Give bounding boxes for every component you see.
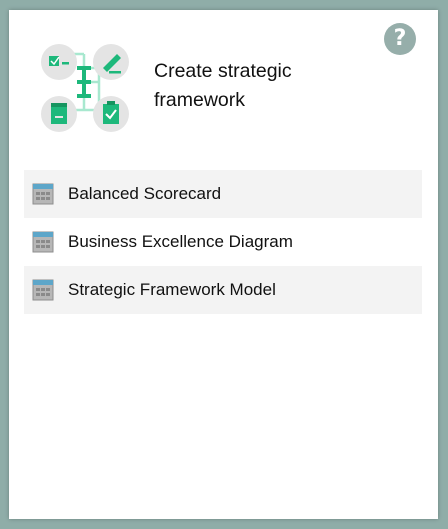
template-item-label: Balanced Scorecard [68,184,222,203]
template-item-strategic-framework-model[interactable]: Strategic Framework Model [24,266,422,314]
template-item-label: Business Excellence Diagram [68,232,293,251]
dialog-title-line-1: Create strategic [154,60,292,82]
template-item-business-excellence-diagram[interactable]: Business Excellence Diagram [24,218,422,266]
table-template-icon [32,183,54,205]
question-mark-icon: ? [393,26,407,51]
dialog-title-line-2: framework [154,89,246,111]
table-template-icon [32,231,54,253]
template-item-balanced-scorecard[interactable]: Balanced Scorecard [24,170,422,218]
dialog-title: Create strategic framework [154,57,374,115]
strategy-illustration-icon [41,44,129,132]
template-item-label: Strategic Framework Model [68,280,276,299]
help-button[interactable]: ? [384,23,416,55]
template-list: Balanced Scorecard Business Excellence D… [24,170,422,314]
table-template-icon [32,279,54,301]
create-framework-dialog: ? Create strategic framework Balanced Sc… [9,10,438,519]
